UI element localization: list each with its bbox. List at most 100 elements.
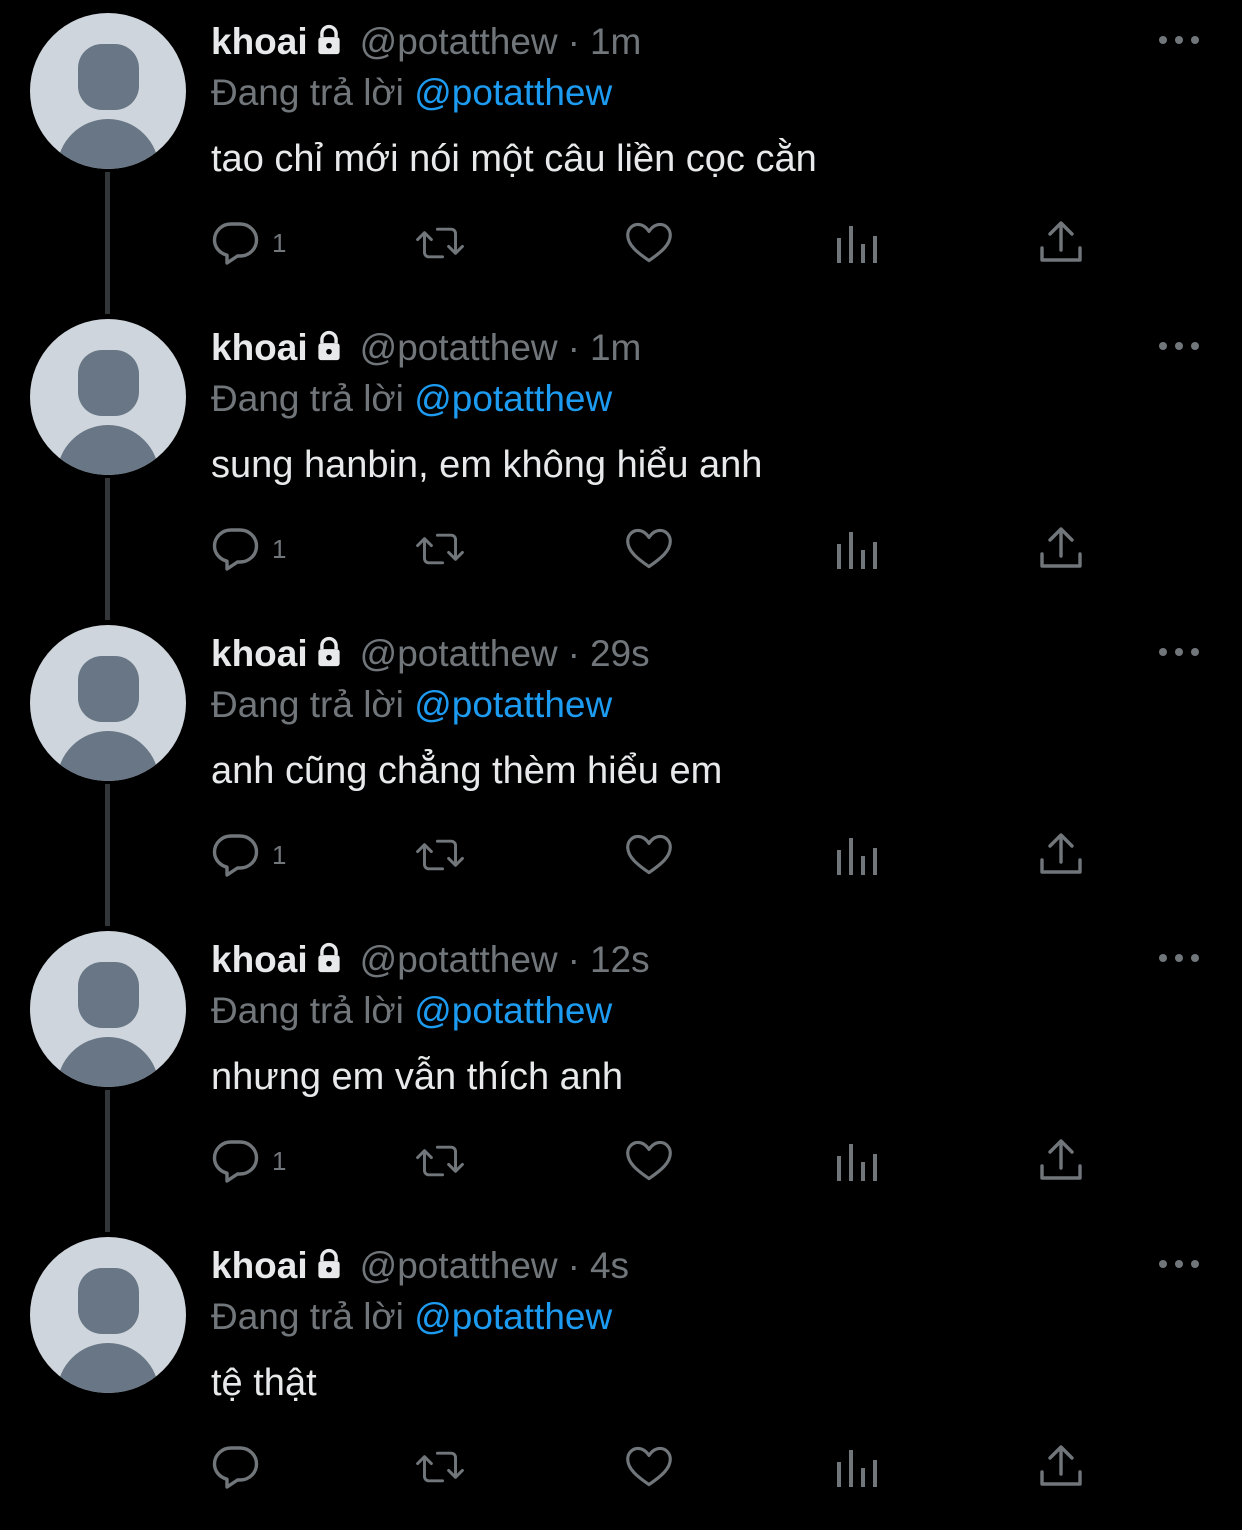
more-horizontal-icon[interactable]	[1157, 1254, 1201, 1274]
like-button[interactable]	[624, 1442, 678, 1494]
tweet-header: khoai @potatthew · 29s	[211, 632, 650, 676]
separator-dot: ·	[567, 327, 580, 368]
display-name[interactable]: khoai	[211, 633, 308, 674]
tweet[interactable]: khoai @potatthew · 29s Đang trả lời @potatt…	[0, 612, 1242, 926]
tweet-timestamp[interactable]: 29s	[590, 633, 650, 674]
more-horizontal-icon[interactable]	[1157, 642, 1201, 662]
views-button[interactable]	[831, 830, 881, 882]
tweet-header: khoai @potatthew · 4s	[211, 1244, 629, 1288]
tweet[interactable]: khoai @potatthew · 1m Đang trả lời @potatth…	[0, 306, 1242, 620]
share-button[interactable]	[1036, 218, 1086, 270]
retweet-button[interactable]	[415, 218, 473, 270]
reply-count: 1	[272, 1146, 287, 1176]
tweet-timestamp[interactable]: 12s	[590, 939, 650, 980]
tweet[interactable]: khoai @potatthew · 1m Đang trả lời @potatth…	[0, 0, 1242, 314]
like-button[interactable]	[624, 1136, 678, 1188]
reply-bubble-icon	[212, 834, 259, 877]
tweet-text: nhưng em vẫn thích anh	[211, 1056, 624, 1098]
display-name[interactable]: khoai	[211, 21, 308, 62]
share-button[interactable]	[1036, 830, 1086, 882]
tweet-actions: 1	[0, 218, 1242, 270]
display-name[interactable]: khoai	[211, 1245, 308, 1286]
views-button[interactable]	[831, 1136, 881, 1188]
retweet-icon	[416, 533, 464, 565]
tweet[interactable]: khoai @potatthew · 4s Đang trả lời @potatth…	[0, 1224, 1242, 1530]
heart-icon	[626, 1446, 672, 1487]
views-bar-chart-icon	[837, 838, 877, 875]
more-horizontal-icon[interactable]	[1157, 948, 1201, 968]
lock-icon	[318, 330, 340, 361]
retweet-button[interactable]	[415, 1136, 473, 1188]
lock-icon	[318, 942, 340, 973]
share-button[interactable]	[1036, 524, 1086, 576]
replying-to: Đang trả lời @potatthew	[211, 1295, 612, 1339]
avatar[interactable]	[30, 319, 186, 475]
user-handle[interactable]: @potatthew	[360, 1245, 558, 1286]
views-button[interactable]	[831, 218, 881, 270]
views-button[interactable]	[831, 1442, 881, 1494]
views-bar-chart-icon	[837, 226, 877, 263]
share-upload-icon	[1040, 1139, 1082, 1180]
retweet-icon	[416, 839, 464, 871]
replying-to: Đang trả lời @potatthew	[211, 989, 612, 1033]
avatar[interactable]	[30, 1237, 186, 1393]
reply-button[interactable]: 1	[211, 524, 311, 576]
replying-to-label: Đang trả lời	[211, 990, 404, 1031]
lock-icon	[318, 636, 340, 667]
retweet-button[interactable]	[415, 1442, 473, 1494]
avatar-default-shoulders	[57, 1343, 159, 1393]
replying-to: Đang trả lời @potatthew	[211, 683, 612, 727]
avatar[interactable]	[30, 13, 186, 169]
tweet-header: khoai @potatthew · 1m	[211, 326, 641, 370]
replying-to-mention[interactable]: @potatthew	[414, 684, 612, 725]
heart-icon	[626, 834, 672, 875]
like-button[interactable]	[624, 524, 678, 576]
views-button[interactable]	[831, 524, 881, 576]
reply-button[interactable]: 1	[211, 1136, 311, 1188]
tweet-actions: 1	[0, 830, 1242, 882]
replying-to-mention[interactable]: @potatthew	[414, 72, 612, 113]
share-button[interactable]	[1036, 1442, 1086, 1494]
reply-bubble-icon	[212, 222, 259, 265]
replying-to: Đang trả lời @potatthew	[211, 71, 612, 115]
tweet[interactable]: khoai @potatthew · 12s Đang trả lời @potatt…	[0, 918, 1242, 1232]
replying-to-label: Đang trả lời	[211, 684, 404, 725]
separator-dot: ·	[567, 1245, 580, 1286]
views-bar-chart-icon	[837, 1144, 877, 1181]
replying-to-mention[interactable]: @potatthew	[414, 378, 612, 419]
more-horizontal-icon[interactable]	[1157, 30, 1201, 50]
reply-thread: khoai @potatthew · 1m Đang trả lời @potatth…	[0, 0, 1242, 1512]
share-button[interactable]	[1036, 1136, 1086, 1188]
replying-to-mention[interactable]: @potatthew	[414, 990, 612, 1031]
display-name[interactable]: khoai	[211, 327, 308, 368]
tweet-actions	[0, 1442, 1242, 1494]
replying-to-mention[interactable]: @potatthew	[414, 1296, 612, 1337]
tweet-text: sung hanbin, em không hiểu anh	[211, 444, 763, 486]
like-button[interactable]	[624, 830, 678, 882]
reply-button[interactable]: 1	[211, 218, 311, 270]
tweet-timestamp[interactable]: 1m	[590, 327, 641, 368]
like-button[interactable]	[624, 218, 678, 270]
tweet-timestamp[interactable]: 4s	[590, 1245, 629, 1286]
retweet-button[interactable]	[415, 830, 473, 882]
user-handle[interactable]: @potatthew	[360, 939, 558, 980]
display-name[interactable]: khoai	[211, 939, 308, 980]
heart-icon	[626, 1140, 672, 1181]
reply-button[interactable]: 1	[211, 830, 311, 882]
avatar[interactable]	[30, 625, 186, 781]
avatar-default-shoulders	[57, 1037, 159, 1087]
replying-to: Đang trả lời @potatthew	[211, 377, 612, 421]
user-handle[interactable]: @potatthew	[360, 327, 558, 368]
lock-icon	[318, 1248, 340, 1279]
tweet-header: khoai @potatthew · 12s	[211, 938, 650, 982]
reply-bubble-icon	[212, 1446, 259, 1489]
retweet-button[interactable]	[415, 524, 473, 576]
avatar-default-shoulders	[57, 119, 159, 169]
reply-button[interactable]	[211, 1442, 311, 1494]
user-handle[interactable]: @potatthew	[360, 21, 558, 62]
avatar[interactable]	[30, 931, 186, 1087]
reply-count: 1	[272, 840, 287, 870]
tweet-timestamp[interactable]: 1m	[590, 21, 641, 62]
user-handle[interactable]: @potatthew	[360, 633, 558, 674]
more-horizontal-icon[interactable]	[1157, 336, 1201, 356]
